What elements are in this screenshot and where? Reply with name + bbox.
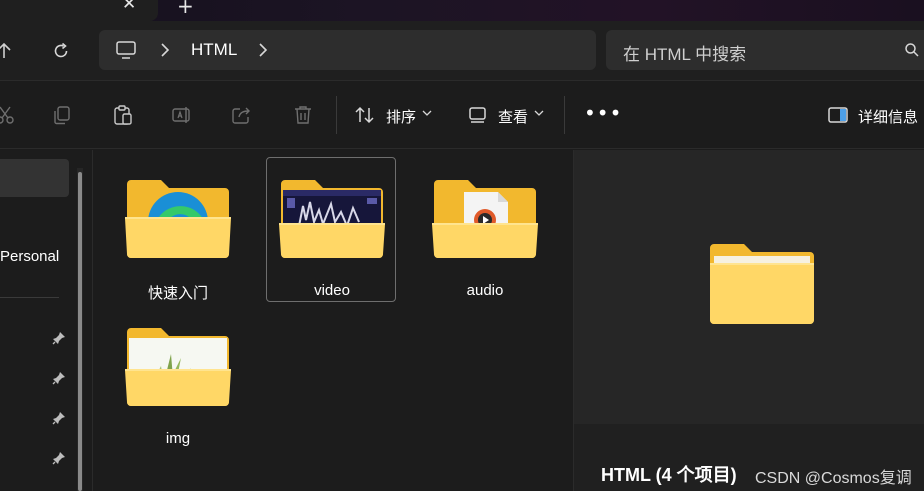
folder-icon	[125, 180, 231, 258]
watermark: CSDN @Cosmos复调	[755, 470, 912, 487]
folder-icon	[432, 180, 538, 258]
view-button[interactable]: 查看	[498, 106, 528, 127]
navigation-pane: Personal	[0, 150, 92, 491]
search-box[interactable]: 在 HTML 中搜索	[606, 30, 924, 70]
pin-icon[interactable]	[52, 411, 66, 425]
share-icon	[232, 107, 250, 124]
details-title: HTML (4 个项目)	[601, 465, 737, 485]
chevron-right-icon[interactable]	[257, 42, 269, 58]
address-row: HTML 在 HTML 中搜索	[0, 21, 924, 81]
details-pane: HTML (4 个项目)	[573, 150, 924, 491]
folder-icon	[710, 244, 814, 324]
toolbar-separator	[564, 96, 565, 134]
copy-icon	[54, 106, 70, 125]
item-name: video	[314, 282, 350, 299]
nav-divider	[0, 297, 59, 298]
rename-icon	[172, 107, 190, 123]
chevron-right-icon[interactable]	[159, 42, 171, 58]
paste-icon	[114, 105, 132, 125]
sort-icon	[355, 106, 374, 124]
active-tab[interactable]: ✕	[0, 0, 158, 21]
copy-button[interactable]	[51, 104, 73, 126]
view-icon-wrap[interactable]	[467, 104, 489, 126]
nav-scrollbar-thumb[interactable]	[78, 172, 82, 491]
details-pane-icon-wrap[interactable]	[827, 104, 849, 126]
folder-item-audio[interactable]: audio	[420, 158, 550, 303]
rename-button[interactable]	[171, 104, 193, 126]
pin-icon[interactable]	[52, 451, 66, 465]
title-bar: ✕ +	[0, 0, 924, 21]
pin-icon[interactable]	[52, 371, 66, 385]
details-button[interactable]: 详细信息	[858, 106, 918, 127]
item-name: img	[165, 430, 191, 447]
preview-area	[574, 150, 924, 424]
arrow-up-icon	[0, 42, 11, 58]
refresh-icon	[54, 42, 68, 58]
close-tab-button[interactable]: ✕	[122, 0, 136, 14]
item-name: audio	[466, 282, 504, 299]
toolbar-separator	[336, 96, 337, 134]
pin-icon[interactable]	[52, 331, 66, 345]
chevron-down-icon[interactable]	[422, 109, 432, 117]
search-input[interactable]: 在 HTML 中搜索	[623, 40, 746, 65]
new-tab-button[interactable]: +	[177, 0, 194, 18]
nav-item-personal[interactable]: Personal	[0, 248, 59, 265]
delete-icon	[295, 106, 311, 124]
nav-item-selected[interactable]	[0, 159, 69, 197]
folder-icon	[125, 328, 231, 406]
search-icon	[905, 43, 919, 57]
sort-icon-wrap[interactable]	[354, 104, 376, 126]
more-options-button[interactable]: •••	[584, 101, 622, 125]
up-button[interactable]	[0, 39, 16, 63]
folder-icon	[279, 180, 385, 258]
paste-button[interactable]	[112, 104, 134, 126]
refresh-button[interactable]	[49, 39, 73, 63]
folder-item-video[interactable]: video	[266, 157, 396, 302]
address-bar[interactable]: HTML	[99, 30, 596, 70]
share-button[interactable]	[231, 104, 253, 126]
details-pane-icon	[828, 107, 848, 123]
file-list: 快速入门 video audio img	[93, 150, 573, 491]
folder-item-img[interactable]: img	[113, 306, 243, 451]
chevron-down-icon[interactable]	[534, 109, 544, 117]
view-icon	[469, 107, 486, 123]
computer-icon	[116, 41, 136, 59]
folder-item-quickstart[interactable]: 快速入门	[113, 158, 243, 303]
sort-button[interactable]: 排序	[386, 106, 416, 127]
item-name: 快速入门	[147, 285, 208, 302]
breadcrumb-html[interactable]: HTML	[191, 40, 237, 60]
cut-button[interactable]	[0, 104, 16, 126]
delete-button[interactable]	[292, 104, 314, 126]
cut-icon	[0, 106, 14, 124]
command-bar: 排序 查看 ••• 详细信息	[0, 82, 924, 149]
